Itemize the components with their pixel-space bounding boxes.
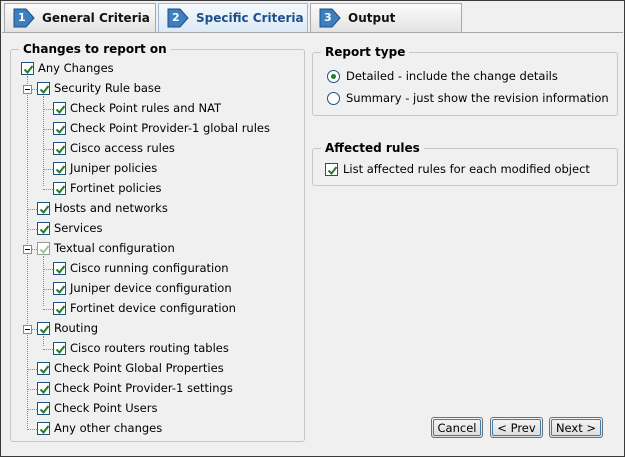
- any-other-changes-checkbox[interactable]: [37, 422, 50, 435]
- report-type-title: Report type: [321, 45, 410, 59]
- cisco-access-rules-label: Cisco access rules: [70, 141, 175, 155]
- tree-connector: [43, 129, 53, 130]
- tree-connector: [43, 336, 44, 346]
- step-1-icon: 1: [13, 8, 35, 28]
- juniper-policies-checkbox[interactable]: [53, 162, 66, 175]
- check-point-users-checkbox[interactable]: [37, 402, 50, 415]
- affected-rules-checkbox[interactable]: [325, 163, 338, 176]
- fortinet-device-configuration-checkbox[interactable]: [53, 302, 66, 315]
- tree-connector: [43, 149, 53, 150]
- next-button[interactable]: Next >: [549, 417, 603, 438]
- services-label: Services: [54, 221, 103, 235]
- report-type-group: Report type: [312, 45, 618, 116]
- check-point-users-label: Check Point Users: [54, 401, 158, 415]
- tree-connector: [27, 229, 37, 230]
- textual-configuration-checkbox[interactable]: [37, 242, 50, 255]
- routing-checkbox[interactable]: [37, 322, 50, 335]
- tab-label: General Criteria: [42, 11, 150, 25]
- check-point-global-properties-label: Check Point Global Properties: [54, 361, 224, 375]
- tab-general-criteria[interactable]: 1 General Criteria: [4, 3, 156, 32]
- step-number: 3: [324, 11, 332, 24]
- check-point-provider1-global-rules-checkbox[interactable]: [53, 122, 66, 135]
- collapse-icon[interactable]: [23, 245, 32, 254]
- step-3-icon: 3: [319, 8, 341, 28]
- cisco-routers-routing-tables-label: Cisco routers routing tables: [70, 341, 229, 355]
- tree-connector: [43, 309, 53, 310]
- fortinet-policies-checkbox[interactable]: [53, 182, 66, 195]
- tab-output[interactable]: 3 Output: [310, 3, 462, 32]
- tree-connector: [27, 369, 37, 370]
- cisco-running-configuration-label: Cisco running configuration: [70, 261, 229, 275]
- cisco-running-configuration-checkbox[interactable]: [53, 262, 66, 275]
- tab-divider: [2, 32, 623, 33]
- tree-connector: [43, 169, 53, 170]
- changes-group-title: Changes to report on: [19, 42, 171, 56]
- step-number: 2: [172, 11, 180, 24]
- summary-label: Summary - just show the revision informa…: [346, 91, 609, 105]
- check-point-provider1-settings-checkbox[interactable]: [37, 382, 50, 395]
- tree-connector: [43, 349, 53, 350]
- cancel-button[interactable]: Cancel: [431, 417, 483, 438]
- juniper-device-configuration-label: Juniper device configuration: [70, 281, 232, 295]
- any-changes-checkbox[interactable]: [21, 62, 34, 75]
- hosts-and-networks-checkbox[interactable]: [37, 202, 50, 215]
- tree-connector: [27, 429, 37, 430]
- cisco-access-rules-checkbox[interactable]: [53, 142, 66, 155]
- any-changes-label: Any Changes: [38, 61, 114, 75]
- collapse-icon[interactable]: [23, 325, 32, 334]
- check-point-rules-nat-checkbox[interactable]: [53, 102, 66, 115]
- security-rule-base-checkbox[interactable]: [37, 82, 50, 95]
- services-checkbox[interactable]: [37, 222, 50, 235]
- juniper-device-configuration-checkbox[interactable]: [53, 282, 66, 295]
- tree-connector: [27, 389, 37, 390]
- tree-connector: [43, 189, 53, 190]
- cisco-routers-routing-tables-checkbox[interactable]: [53, 342, 66, 355]
- wizard-window: 1 General Criteria 2 Specific Criteria 3…: [0, 0, 625, 457]
- tree-connector: [43, 109, 53, 110]
- hosts-and-networks-label: Hosts and networks: [54, 201, 168, 215]
- routing-label: Routing: [54, 321, 99, 335]
- security-rule-base-label: Security Rule base: [54, 81, 161, 95]
- tab-bar: 1 General Criteria 2 Specific Criteria 3…: [2, 2, 623, 32]
- collapse-icon[interactable]: [23, 85, 32, 94]
- tab-label: Output: [348, 11, 396, 25]
- any-other-changes-label: Any other changes: [54, 421, 163, 435]
- tree-connector: [43, 269, 53, 270]
- tree-connector: [43, 256, 44, 306]
- prev-button[interactable]: < Prev: [490, 417, 543, 438]
- detailed-label: Detailed - include the change details: [346, 69, 558, 83]
- check-point-provider1-global-rules-label: Check Point Provider-1 global rules: [70, 121, 270, 135]
- tab-label: Specific Criteria: [196, 11, 304, 25]
- tree-connector: [27, 409, 37, 410]
- juniper-policies-label: Juniper policies: [70, 161, 158, 175]
- textual-configuration-label: Textual configuration: [54, 241, 175, 255]
- affected-rules-title: Affected rules: [321, 141, 424, 155]
- summary-radio[interactable]: [327, 92, 340, 105]
- tree-connector: [27, 209, 37, 210]
- fortinet-policies-label: Fortinet policies: [70, 181, 162, 195]
- check-point-global-properties-checkbox[interactable]: [37, 362, 50, 375]
- step-number: 1: [18, 11, 26, 24]
- check-point-rules-nat-label: Check Point rules and NAT: [70, 101, 222, 115]
- detailed-radio[interactable]: [327, 70, 340, 83]
- tab-specific-criteria[interactable]: 2 Specific Criteria: [158, 3, 308, 32]
- step-2-icon: 2: [167, 8, 189, 28]
- fortinet-device-configuration-label: Fortinet device configuration: [70, 301, 236, 315]
- affected-rules-label: List affected rules for each modified ob…: [343, 162, 590, 176]
- check-point-provider1-settings-label: Check Point Provider-1 settings: [54, 381, 233, 395]
- tree-connector: [43, 289, 53, 290]
